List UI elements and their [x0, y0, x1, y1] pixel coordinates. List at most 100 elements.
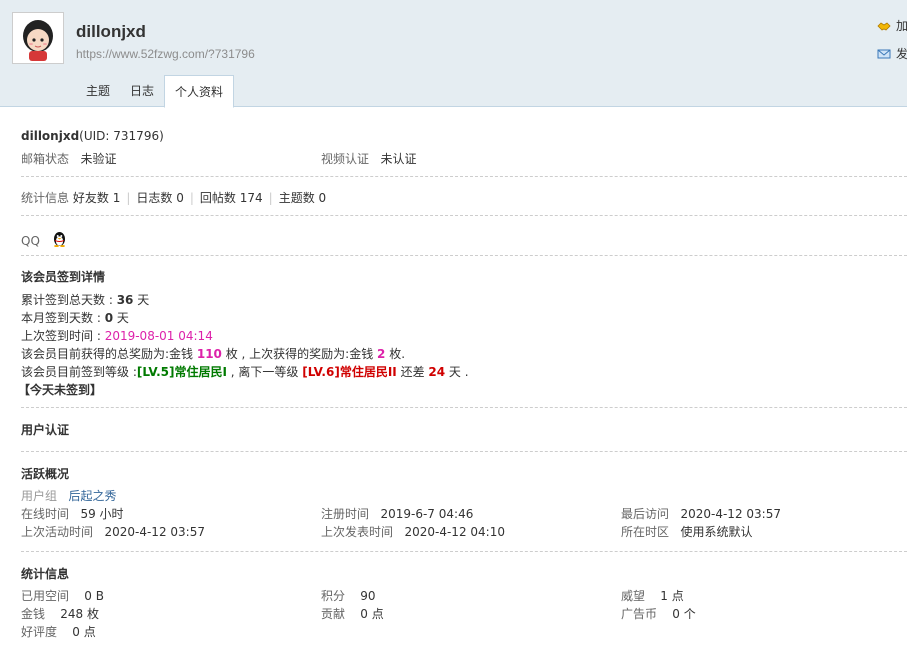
qq-penguin-icon[interactable] [52, 230, 67, 252]
send-message-label: 发 [896, 47, 907, 61]
register-time: 注册时间 2019-6-7 04:46 [321, 505, 473, 523]
signin-reward: 该会员目前获得的总奖励为:金钱 110 枚 , 上次获得的奖励为:金钱 2 枚. [21, 345, 405, 363]
signin-level-mid: , 离下一等级 [226, 365, 303, 379]
stat-friends-value: 1 [112, 191, 121, 205]
stat-blogs-label: 日志数 [136, 191, 173, 205]
timezone: 所在时区 使用系统默认 [621, 523, 752, 541]
register-time-value: 2019-6-7 04:46 [380, 507, 474, 521]
signin-title: 该会员签到详情 [21, 270, 106, 284]
stat-replies-label: 回帖数 [199, 191, 236, 205]
signin-total-label: 累计签到总天数 : [21, 293, 117, 307]
send-message-action[interactable]: 发 [877, 45, 907, 62]
timezone-label: 所在时区 [621, 525, 670, 539]
online-time-value: 59 小时 [80, 507, 124, 521]
last-post: 上次发表时间 2020-4-12 04:10 [321, 523, 505, 541]
user-group-value[interactable]: 后起之秀 [68, 489, 116, 503]
used-space: 已用空间 0 B [21, 587, 104, 605]
stat-friends[interactable]: 好友数 1 [73, 191, 120, 205]
stat-replies[interactable]: 回帖数 174 [200, 191, 263, 205]
signin-total-unit: 天 [133, 293, 150, 307]
email-status-value: 未验证 [80, 152, 117, 166]
profile-url[interactable]: https://www.52fzwg.com/?731796 [76, 47, 255, 61]
ad-coin: 广告币 0 个 [621, 605, 696, 623]
credits-value: 90 [360, 589, 376, 603]
avatar[interactable] [12, 12, 64, 64]
statistics-section: 统计信息 已用空间 0 B 积分 90 威望 1 点 金钱 248 枚 贡献 0… [21, 552, 907, 652]
divider: | [189, 191, 194, 205]
activity-title: 活跃概况 [21, 467, 70, 481]
ad-coin-value: 0 个 [672, 607, 696, 621]
signin-month-unit: 天 [113, 311, 129, 325]
signin-month-label: 本月签到天数 : [21, 311, 105, 325]
ad-coin-label: 广告币 [621, 607, 658, 621]
tab-threads[interactable]: 主题 [76, 75, 120, 107]
tab-profile[interactable]: 个人资料 [164, 75, 235, 108]
user-group-label: 用户组 [21, 489, 58, 503]
stat-threads-label: 主题数 [278, 191, 315, 205]
email-status-label: 邮箱状态 [21, 152, 70, 166]
money-value: 248 枚 [60, 607, 100, 621]
handshake-icon [877, 20, 891, 32]
rating-label: 好评度 [21, 625, 58, 639]
profile-tabs: 主题 日志 个人资料 [76, 75, 235, 108]
last-visit-value: 2020-4-12 03:57 [680, 507, 781, 521]
tab-blog[interactable]: 日志 [120, 75, 164, 107]
signin-section: 该会员签到详情 累计签到总天数 : 36 天 本月签到天数 : 0 天 上次签到… [18, 256, 907, 408]
signin-reward-total: 110 [196, 347, 222, 361]
signin-today-status: 【今天未签到】 [18, 383, 103, 397]
stat-friends-label: 好友数 [72, 191, 109, 205]
signin-last-label: 上次签到时间 : [21, 329, 105, 343]
stats-line: 统计信息 好友数 1 | 日志数 0 | 回帖数 174 | 主题数 0 [21, 189, 326, 207]
signin-reward-mid: 枚 , 上次获得的奖励为:金钱 [221, 347, 378, 361]
user-auth-section: 用户认证 [21, 408, 907, 452]
last-post-value: 2020-4-12 04:10 [404, 525, 505, 539]
email-status: 邮箱状态 未验证 [21, 150, 116, 168]
add-friend-label: 加 [896, 19, 907, 33]
video-status-label: 视频认证 [321, 152, 370, 166]
qq-section: QQ [21, 216, 907, 256]
signin-level-current: [LV.5]常住居民I [136, 365, 227, 379]
signin-level-prefix: 该会员目前签到等级 : [21, 365, 137, 379]
stat-threads[interactable]: 主题数 0 [279, 191, 326, 205]
qq-row: QQ [21, 230, 67, 252]
profile-body: dillonjxd(UID: 731796) 邮箱状态 未验证 视频认证 未认证… [18, 107, 907, 652]
last-active-value: 2020-4-12 03:57 [104, 525, 205, 539]
money-label: 金钱 [21, 607, 46, 621]
divider: | [268, 191, 273, 205]
profile-name-line: dillonjxd(UID: 731796) [21, 127, 164, 145]
activity-section: 活跃概况 用户组 后起之秀 在线时间 59 小时 注册时间 2019-6-7 0… [21, 452, 907, 552]
signin-reward-prefix: 该会员目前获得的总奖励为:金钱 [21, 347, 197, 361]
profile-header: dillonjxd https://www.52fzwg.com/?731796… [0, 0, 907, 108]
prestige-value: 1 点 [660, 589, 684, 603]
contribution-label: 贡献 [321, 607, 346, 621]
online-time: 在线时间 59 小时 [21, 505, 124, 523]
contribution-value: 0 点 [360, 607, 384, 621]
signin-level: 该会员目前签到等级 :[LV.5]常住居民I , 离下一等级 [LV.6]常住居… [21, 363, 469, 381]
signin-total-value: 36 [116, 293, 134, 307]
signin-month: 本月签到天数 : 0 天 [21, 309, 129, 327]
signin-level-gap-suffix: 天 . [445, 365, 469, 379]
profile-username: dillonjxd [76, 22, 146, 41]
online-time-label: 在线时间 [21, 507, 70, 521]
stat-threads-value: 0 [318, 191, 327, 205]
timezone-value: 使用系统默认 [680, 525, 753, 539]
rating: 好评度 0 点 [21, 623, 96, 641]
video-status: 视频认证 未认证 [321, 150, 416, 168]
add-friend-action[interactable]: 加 [877, 17, 907, 34]
qq-label: QQ [21, 234, 40, 248]
stat-blogs[interactable]: 日志数 0 [136, 191, 183, 205]
user-group: 用户组 后起之秀 [21, 487, 116, 505]
signin-last: 上次签到时间 : 2019-08-01 04:14 [21, 327, 213, 345]
credits: 积分 90 [321, 587, 376, 605]
signin-level-gap-prefix: 还差 [396, 365, 429, 379]
stats-line-section: 统计信息 好友数 1 | 日志数 0 | 回帖数 174 | 主题数 0 [21, 177, 907, 216]
profile-uid: (UID: 731796) [79, 129, 164, 143]
stat-replies-value: 174 [239, 191, 263, 205]
contribution: 贡献 0 点 [321, 605, 384, 623]
last-active-label: 上次活动时间 [21, 525, 94, 539]
video-status-value: 未认证 [380, 152, 417, 166]
profile-name: dillonjxd [21, 129, 80, 143]
signin-level-next: [LV.6]常住居民II [302, 365, 397, 379]
signin-month-value: 0 [104, 311, 114, 325]
last-active: 上次活动时间 2020-4-12 03:57 [21, 523, 205, 541]
